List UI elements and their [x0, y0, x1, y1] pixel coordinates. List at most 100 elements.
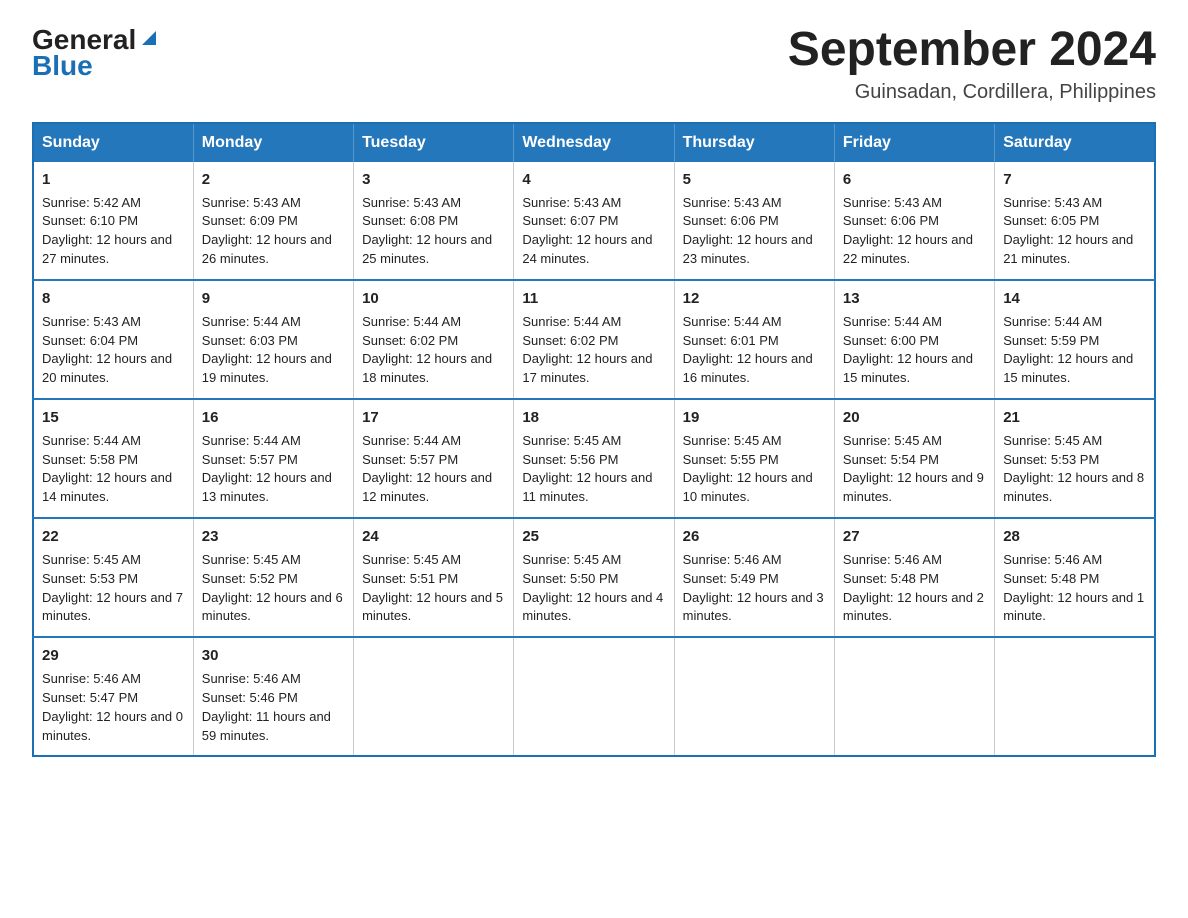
calendar-cell: 11 Sunrise: 5:44 AMSunset: 6:02 PMDaylig…: [514, 280, 674, 399]
day-number: 7: [1003, 169, 1146, 191]
weekday-header-sunday: Sunday: [33, 123, 193, 162]
day-number: 14: [1003, 288, 1146, 310]
day-info: Sunrise: 5:45 AMSunset: 5:54 PMDaylight:…: [843, 433, 984, 505]
logo-blue-text: Blue: [32, 50, 93, 82]
calendar-cell: 5 Sunrise: 5:43 AMSunset: 6:06 PMDayligh…: [674, 162, 834, 280]
calendar-cell: 26 Sunrise: 5:46 AMSunset: 5:49 PMDaylig…: [674, 518, 834, 637]
day-number: 3: [362, 169, 505, 191]
day-number: 2: [202, 169, 345, 191]
calendar-week-row: 8 Sunrise: 5:43 AMSunset: 6:04 PMDayligh…: [33, 280, 1155, 399]
day-info: Sunrise: 5:43 AMSunset: 6:08 PMDaylight:…: [362, 195, 492, 267]
day-number: 19: [683, 407, 826, 429]
calendar-cell: 16 Sunrise: 5:44 AMSunset: 5:57 PMDaylig…: [193, 399, 353, 518]
day-info: Sunrise: 5:45 AMSunset: 5:56 PMDaylight:…: [522, 433, 652, 505]
calendar-cell: 7 Sunrise: 5:43 AMSunset: 6:05 PMDayligh…: [995, 162, 1155, 280]
day-number: 23: [202, 526, 345, 548]
day-number: 12: [683, 288, 826, 310]
day-number: 29: [42, 645, 185, 667]
weekday-header-monday: Monday: [193, 123, 353, 162]
weekday-header-saturday: Saturday: [995, 123, 1155, 162]
calendar-cell: [514, 637, 674, 756]
weekday-header-friday: Friday: [834, 123, 994, 162]
day-number: 21: [1003, 407, 1146, 429]
day-info: Sunrise: 5:43 AMSunset: 6:06 PMDaylight:…: [843, 195, 973, 267]
day-info: Sunrise: 5:46 AMSunset: 5:48 PMDaylight:…: [843, 552, 984, 624]
calendar-cell: 17 Sunrise: 5:44 AMSunset: 5:57 PMDaylig…: [354, 399, 514, 518]
calendar-cell: 28 Sunrise: 5:46 AMSunset: 5:48 PMDaylig…: [995, 518, 1155, 637]
day-info: Sunrise: 5:44 AMSunset: 6:02 PMDaylight:…: [362, 314, 492, 386]
day-number: 25: [522, 526, 665, 548]
day-number: 20: [843, 407, 986, 429]
day-info: Sunrise: 5:44 AMSunset: 6:02 PMDaylight:…: [522, 314, 652, 386]
calendar-table: SundayMondayTuesdayWednesdayThursdayFrid…: [32, 122, 1156, 758]
day-info: Sunrise: 5:45 AMSunset: 5:52 PMDaylight:…: [202, 552, 343, 624]
day-info: Sunrise: 5:43 AMSunset: 6:09 PMDaylight:…: [202, 195, 332, 267]
day-number: 4: [522, 169, 665, 191]
calendar-cell: 13 Sunrise: 5:44 AMSunset: 6:00 PMDaylig…: [834, 280, 994, 399]
calendar-cell: 18 Sunrise: 5:45 AMSunset: 5:56 PMDaylig…: [514, 399, 674, 518]
day-number: 26: [683, 526, 826, 548]
day-info: Sunrise: 5:44 AMSunset: 6:00 PMDaylight:…: [843, 314, 973, 386]
calendar-cell: 8 Sunrise: 5:43 AMSunset: 6:04 PMDayligh…: [33, 280, 193, 399]
day-info: Sunrise: 5:44 AMSunset: 6:01 PMDaylight:…: [683, 314, 813, 386]
calendar-week-row: 29 Sunrise: 5:46 AMSunset: 5:47 PMDaylig…: [33, 637, 1155, 756]
day-number: 9: [202, 288, 345, 310]
day-number: 10: [362, 288, 505, 310]
day-info: Sunrise: 5:43 AMSunset: 6:07 PMDaylight:…: [522, 195, 652, 267]
weekday-header-tuesday: Tuesday: [354, 123, 514, 162]
day-number: 18: [522, 407, 665, 429]
day-info: Sunrise: 5:46 AMSunset: 5:48 PMDaylight:…: [1003, 552, 1144, 624]
calendar-cell: 29 Sunrise: 5:46 AMSunset: 5:47 PMDaylig…: [33, 637, 193, 756]
day-number: 24: [362, 526, 505, 548]
day-info: Sunrise: 5:45 AMSunset: 5:50 PMDaylight:…: [522, 552, 663, 624]
day-info: Sunrise: 5:45 AMSunset: 5:53 PMDaylight:…: [42, 552, 183, 624]
day-info: Sunrise: 5:43 AMSunset: 6:04 PMDaylight:…: [42, 314, 172, 386]
calendar-week-row: 1 Sunrise: 5:42 AMSunset: 6:10 PMDayligh…: [33, 162, 1155, 280]
day-info: Sunrise: 5:42 AMSunset: 6:10 PMDaylight:…: [42, 195, 172, 267]
calendar-cell: 14 Sunrise: 5:44 AMSunset: 5:59 PMDaylig…: [995, 280, 1155, 399]
calendar-cell: 22 Sunrise: 5:45 AMSunset: 5:53 PMDaylig…: [33, 518, 193, 637]
weekday-header-thursday: Thursday: [674, 123, 834, 162]
calendar-cell: 6 Sunrise: 5:43 AMSunset: 6:06 PMDayligh…: [834, 162, 994, 280]
day-info: Sunrise: 5:43 AMSunset: 6:06 PMDaylight:…: [683, 195, 813, 267]
calendar-title: September 2024: [788, 24, 1156, 77]
day-info: Sunrise: 5:44 AMSunset: 5:59 PMDaylight:…: [1003, 314, 1133, 386]
calendar-cell: 3 Sunrise: 5:43 AMSunset: 6:08 PMDayligh…: [354, 162, 514, 280]
day-number: 11: [522, 288, 665, 310]
calendar-cell: 9 Sunrise: 5:44 AMSunset: 6:03 PMDayligh…: [193, 280, 353, 399]
logo: General Blue: [32, 24, 160, 82]
day-number: 22: [42, 526, 185, 548]
day-number: 5: [683, 169, 826, 191]
calendar-cell: [834, 637, 994, 756]
calendar-cell: 21 Sunrise: 5:45 AMSunset: 5:53 PMDaylig…: [995, 399, 1155, 518]
calendar-cell: 4 Sunrise: 5:43 AMSunset: 6:07 PMDayligh…: [514, 162, 674, 280]
calendar-cell: 23 Sunrise: 5:45 AMSunset: 5:52 PMDaylig…: [193, 518, 353, 637]
calendar-cell: [995, 637, 1155, 756]
day-info: Sunrise: 5:46 AMSunset: 5:46 PMDaylight:…: [202, 671, 331, 743]
calendar-cell: 2 Sunrise: 5:43 AMSunset: 6:09 PMDayligh…: [193, 162, 353, 280]
day-info: Sunrise: 5:44 AMSunset: 5:57 PMDaylight:…: [362, 433, 492, 505]
day-number: 15: [42, 407, 185, 429]
calendar-cell: 20 Sunrise: 5:45 AMSunset: 5:54 PMDaylig…: [834, 399, 994, 518]
day-info: Sunrise: 5:44 AMSunset: 5:58 PMDaylight:…: [42, 433, 172, 505]
day-info: Sunrise: 5:43 AMSunset: 6:05 PMDaylight:…: [1003, 195, 1133, 267]
day-info: Sunrise: 5:44 AMSunset: 5:57 PMDaylight:…: [202, 433, 332, 505]
calendar-cell: 12 Sunrise: 5:44 AMSunset: 6:01 PMDaylig…: [674, 280, 834, 399]
calendar-cell: [674, 637, 834, 756]
calendar-cell: 30 Sunrise: 5:46 AMSunset: 5:46 PMDaylig…: [193, 637, 353, 756]
day-number: 6: [843, 169, 986, 191]
calendar-cell: 27 Sunrise: 5:46 AMSunset: 5:48 PMDaylig…: [834, 518, 994, 637]
day-info: Sunrise: 5:44 AMSunset: 6:03 PMDaylight:…: [202, 314, 332, 386]
day-info: Sunrise: 5:45 AMSunset: 5:51 PMDaylight:…: [362, 552, 503, 624]
day-number: 17: [362, 407, 505, 429]
day-info: Sunrise: 5:45 AMSunset: 5:53 PMDaylight:…: [1003, 433, 1144, 505]
logo-triangle-icon: [138, 27, 160, 49]
day-number: 30: [202, 645, 345, 667]
calendar-cell: [354, 637, 514, 756]
calendar-week-row: 15 Sunrise: 5:44 AMSunset: 5:58 PMDaylig…: [33, 399, 1155, 518]
day-number: 16: [202, 407, 345, 429]
day-number: 27: [843, 526, 986, 548]
day-number: 1: [42, 169, 185, 191]
day-info: Sunrise: 5:46 AMSunset: 5:49 PMDaylight:…: [683, 552, 824, 624]
day-info: Sunrise: 5:45 AMSunset: 5:55 PMDaylight:…: [683, 433, 813, 505]
